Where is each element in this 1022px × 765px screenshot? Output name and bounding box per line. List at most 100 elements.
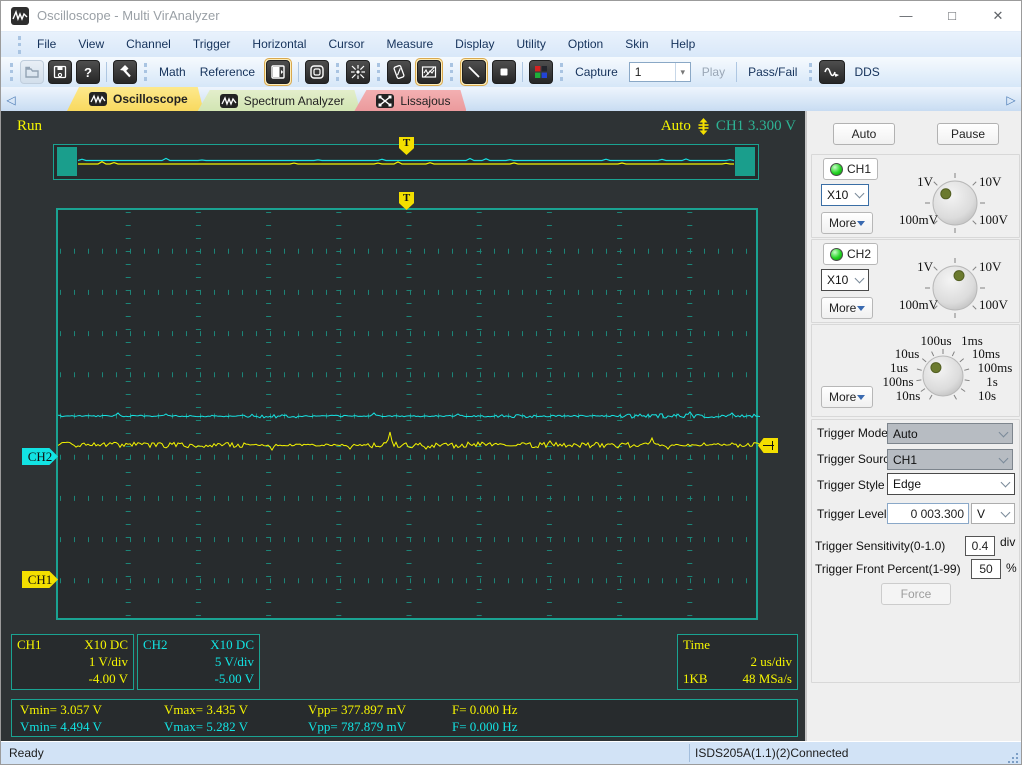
tab-spectrum-analyzer[interactable]: Spectrum Analyzer xyxy=(198,90,361,111)
ch2-probe-value: X10 xyxy=(827,273,849,287)
title-bar: Oscilloscope - Multi VirAnalyzer — □ ✕ xyxy=(1,1,1021,31)
collapse-button[interactable] xyxy=(346,60,371,84)
stop-button[interactable] xyxy=(492,60,517,84)
trigger-level-label: Trigger Level xyxy=(817,507,887,521)
toolbar-separator3 xyxy=(522,62,524,82)
auto-button[interactable]: Auto xyxy=(833,123,895,145)
trigger-mode-select[interactable]: Auto xyxy=(887,423,1013,444)
ch1-measurements-row: Vmin= 3.057 V Vmax= 3.435 V Vpp= 377.897… xyxy=(20,701,789,718)
tools-button[interactable] xyxy=(113,60,137,84)
rounded-square-icon xyxy=(310,65,324,79)
ch1-enable-label: CH1 xyxy=(847,162,872,176)
status-left: Ready xyxy=(9,746,44,760)
close-button[interactable]: ✕ xyxy=(975,1,1021,31)
ch2-position-tag[interactable]: CH2 xyxy=(22,448,58,465)
trigger-status-readout: Auto CH1 3.300 V xyxy=(661,118,796,135)
help-button[interactable]: ? xyxy=(76,60,100,84)
menu-display[interactable]: Display xyxy=(444,32,505,57)
menu-grip xyxy=(18,35,21,54)
time-info-scale: 2 us/div xyxy=(750,654,792,669)
math-button[interactable]: Math xyxy=(152,65,193,79)
stop-square-icon xyxy=(500,68,508,76)
menu-option[interactable]: Option xyxy=(557,32,614,57)
panel-toggle-active-ring xyxy=(264,58,293,86)
tab-oscilloscope[interactable]: Oscilloscope xyxy=(67,87,204,111)
ch2-enable-button[interactable]: CH2 xyxy=(823,243,879,265)
tab-scroll-left[interactable]: ◁ xyxy=(1,89,21,111)
chevron-down-icon xyxy=(854,273,865,284)
ch1-vpp: Vpp= 377.897 mV xyxy=(308,702,406,717)
help-icon: ? xyxy=(84,64,92,80)
resize-grip[interactable] xyxy=(1008,753,1018,763)
menu-file[interactable]: File xyxy=(26,32,67,57)
ch2-vpp: Vpp= 787.879 mV xyxy=(308,719,406,734)
ch1-probe-select[interactable]: X10 xyxy=(821,184,869,206)
ch1-probe-value: X10 xyxy=(827,188,849,202)
trigger-front-input[interactable] xyxy=(971,559,1001,579)
trigger-source-select[interactable]: CH1 xyxy=(887,449,1013,470)
timebase-more-button[interactable]: More xyxy=(821,386,873,408)
passfail-button[interactable]: Pass/Fail xyxy=(741,65,804,79)
ch2-more-button[interactable]: More xyxy=(821,297,873,319)
trigger-front-label: Trigger Front Percent(1-99) xyxy=(815,562,961,576)
menu-channel[interactable]: Channel xyxy=(115,32,182,57)
line-tool-button[interactable] xyxy=(462,60,487,84)
minimize-button[interactable]: — xyxy=(883,1,929,31)
ch1-enable-button[interactable]: CH1 xyxy=(823,158,879,180)
ch1-position-tag[interactable]: CH1 xyxy=(22,571,58,588)
toolbar-grip5 xyxy=(450,63,454,81)
dds-button[interactable] xyxy=(819,60,846,84)
waveform-plot[interactable] xyxy=(56,208,760,620)
trigger-level-input[interactable] xyxy=(887,503,969,524)
chevron-down-icon: ▾ xyxy=(674,63,690,81)
maximize-button[interactable]: □ xyxy=(929,1,975,31)
menu-horizontal[interactable]: Horizontal xyxy=(241,32,317,57)
tab-lissajous[interactable]: Lissajous xyxy=(354,90,466,111)
ch1-more-button[interactable]: More xyxy=(821,212,873,234)
menu-measure[interactable]: Measure xyxy=(375,32,444,57)
color-settings-button[interactable] xyxy=(529,60,554,84)
capture-label: Capture xyxy=(575,65,618,79)
ch2-info-offset: -5.00 V xyxy=(214,671,254,686)
capture-count-select[interactable]: 1 ▾ xyxy=(628,62,691,82)
menu-skin[interactable]: Skin xyxy=(614,32,659,57)
trigger-source-value: CH1 xyxy=(893,452,918,467)
menu-trigger[interactable]: Trigger xyxy=(182,32,242,57)
ch2-probe-select[interactable]: X10 xyxy=(821,269,869,291)
reference-button[interactable]: Reference xyxy=(193,65,262,79)
menu-cursor[interactable]: Cursor xyxy=(317,32,375,57)
trigger-level-icon xyxy=(698,118,709,135)
trigger-style-select[interactable]: Edge xyxy=(887,473,1015,495)
force-button[interactable]: Force xyxy=(881,583,951,605)
time-info-depth: 1KB xyxy=(683,671,708,686)
toolbar-grip2 xyxy=(144,63,147,81)
device-button[interactable] xyxy=(387,60,412,84)
toolbar-grip7 xyxy=(809,63,813,81)
play-button[interactable]: Play xyxy=(695,65,732,79)
trigger-level-unit-select[interactable]: V xyxy=(971,503,1015,524)
full-screen-button[interactable] xyxy=(305,60,330,84)
menu-help[interactable]: Help xyxy=(660,32,707,57)
timebase-knob[interactable] xyxy=(911,344,975,408)
panel-toggle-icon xyxy=(271,65,285,79)
ch1-info-title: CH1 xyxy=(17,637,42,652)
trigger-sensitivity-input[interactable] xyxy=(965,536,995,556)
pause-button[interactable]: Pause xyxy=(937,123,999,145)
trigger-mode-value: Auto xyxy=(893,426,918,441)
ch2-more-label: More xyxy=(829,301,857,315)
wave-display-active-ring xyxy=(415,58,444,86)
trigger-sensitivity-label: Trigger Sensitivity(0-1.0) xyxy=(815,539,946,553)
chevron-down-icon xyxy=(998,453,1009,463)
wave-display-button[interactable] xyxy=(417,60,442,84)
open-button[interactable] xyxy=(20,60,44,84)
ch1-freq: F= 0.000 Hz xyxy=(452,702,518,717)
measurements-box: Vmin= 3.057 V Vmax= 3.435 V Vpp= 377.897… xyxy=(11,699,798,737)
dds-label[interactable]: DDS xyxy=(847,65,886,79)
toolbar-grip4 xyxy=(377,63,381,81)
save-button[interactable] xyxy=(48,60,72,84)
panel-toggle-button[interactable] xyxy=(266,60,291,84)
tab-scroll-right[interactable]: ▷ xyxy=(1001,89,1021,111)
menu-utility[interactable]: Utility xyxy=(506,32,557,57)
trigger-level-arrow[interactable] xyxy=(758,438,778,453)
menu-view[interactable]: View xyxy=(67,32,115,57)
